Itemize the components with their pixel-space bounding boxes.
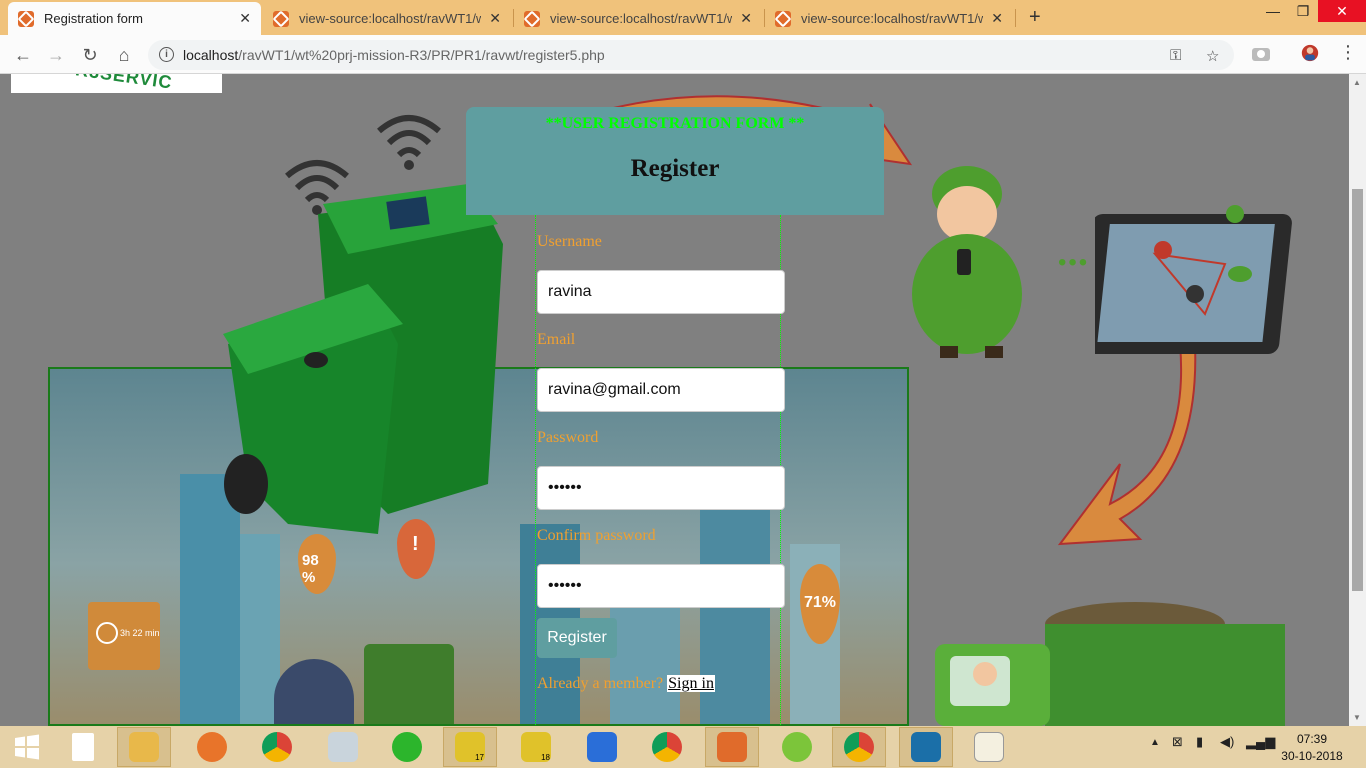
browser-title-bar: Registration form ✕ view-source:localhos… <box>0 0 1366 35</box>
signal-icon[interactable]: ▂▄▆ <box>1246 734 1275 750</box>
tab-registration-form[interactable]: Registration form ✕ <box>8 2 261 35</box>
time-badge: 3h 22 min <box>88 602 160 670</box>
xampp-favicon-icon <box>524 10 540 27</box>
tab-view-source-3[interactable]: view-source:localhost/ravWT1/wt ✕ <box>765 2 1013 35</box>
email-label: Email <box>537 331 576 348</box>
register-button[interactable]: Register <box>537 618 617 658</box>
tab-view-source-1[interactable]: view-source:localhost/ravWT1/wt ✕ <box>263 2 511 35</box>
labview-17-icon[interactable]: 17 <box>443 727 497 767</box>
labview-18-icon[interactable]: 18 <box>509 727 563 767</box>
tab-label: view-source:localhost/ravWT1/wt <box>550 11 733 26</box>
extension-icon[interactable] <box>1250 45 1272 63</box>
volume-icon[interactable]: ◀) <box>1220 734 1234 750</box>
sync-app-icon[interactable] <box>380 727 434 767</box>
email-input[interactable] <box>537 368 785 412</box>
close-window-icon[interactable]: ✕ <box>1318 0 1366 22</box>
form-subtitle: **USER REGISTRATION FORM ** <box>545 115 805 132</box>
tab-label: Registration form <box>44 11 143 26</box>
already-member-text: Already a member? <box>537 675 664 692</box>
network-error-icon[interactable]: ⊠ <box>1172 734 1183 750</box>
smart-bin-illustration <box>223 184 503 534</box>
tablet-map-illustration <box>1095 205 1292 354</box>
chrome-icon[interactable] <box>250 727 304 767</box>
taskbar-clock[interactable]: 07:39 30-10-2018 <box>1277 731 1347 765</box>
xampp-favicon-icon <box>18 10 34 27</box>
page-scrollbar[interactable]: ▲ ▼ <box>1349 74 1366 726</box>
curved-arrow-down-icon <box>1057 344 1197 546</box>
uc-browser-icon[interactable] <box>185 727 239 767</box>
password-label: Password <box>537 429 599 446</box>
file-icon[interactable] <box>56 727 110 767</box>
tray-chevron-icon[interactable]: ▲ <box>1150 737 1160 748</box>
username-input[interactable] <box>537 270 785 314</box>
start-windows-icon[interactable] <box>0 727 54 767</box>
clock-date: 30-10-2018 <box>1281 749 1343 763</box>
chrome-icon[interactable] <box>832 727 886 767</box>
garbage-truck-illustration <box>935 602 1285 726</box>
tab-view-source-2[interactable]: view-source:localhost/ravWT1/wt ✕ <box>514 2 762 35</box>
trash-bag-shape <box>274 659 354 724</box>
monitor-app-icon[interactable] <box>316 727 370 767</box>
back-arrow-icon[interactable]: ← <box>11 43 35 67</box>
xampp-favicon-icon <box>775 10 791 27</box>
password-input[interactable] <box>537 466 785 510</box>
url-text[interactable]: localhost/ravWT1/wt%20prj-mission-R3/PR/… <box>183 47 605 63</box>
worker-character <box>912 166 1022 358</box>
close-tab-icon[interactable]: ✕ <box>239 10 251 27</box>
site-logo: R3SERVIC <box>11 74 222 93</box>
username-label: Username <box>537 233 602 250</box>
chrome-icon[interactable] <box>640 727 694 767</box>
xampp-x-icon[interactable] <box>575 727 629 767</box>
scroll-up-icon[interactable]: ▲ <box>1353 78 1361 87</box>
wifi-icon <box>377 115 441 170</box>
menu-kebab-icon[interactable]: ⋮ <box>1339 43 1357 61</box>
close-tab-icon[interactable]: ✕ <box>991 10 1003 27</box>
battery-icon[interactable]: ▮ <box>1196 734 1203 750</box>
small-bin-shape <box>364 644 454 724</box>
xampp-icon[interactable] <box>705 727 759 767</box>
forward-arrow-icon[interactable]: → <box>44 43 68 67</box>
windows-taskbar: 17 18 <box>0 726 1366 768</box>
xampp-favicon-icon <box>273 10 289 27</box>
photos-icon[interactable] <box>899 727 953 767</box>
clock-time: 07:39 <box>1296 732 1328 746</box>
address-bar[interactable]: i localhost/ravWT1/wt%20prj-mission-R3/P… <box>148 40 1234 70</box>
drive-app-icon[interactable] <box>770 727 824 767</box>
close-tab-icon[interactable]: ✕ <box>489 10 501 27</box>
already-member-line: Already a member? Sign in <box>537 675 715 693</box>
reload-icon[interactable]: ↻ <box>78 43 102 67</box>
home-icon[interactable]: ⌂ <box>112 43 136 67</box>
info-icon[interactable]: i <box>159 47 174 62</box>
profile-avatar-icon[interactable] <box>1299 44 1321 62</box>
form-header: **USER REGISTRATION FORM ** Register <box>466 107 884 215</box>
tab-label: view-source:localhost/ravWT1/wt <box>801 11 984 26</box>
browser-toolbar: ← → ↻ ⌂ i localhost/ravWT1/wt%20prj-miss… <box>0 35 1366 74</box>
paint-icon[interactable] <box>962 727 1016 767</box>
tab-label: view-source:localhost/ravWT1/wt <box>299 11 482 26</box>
sign-in-link[interactable]: Sign in <box>667 675 715 692</box>
key-icon[interactable]: ⚿ <box>1170 47 1181 64</box>
scroll-down-icon[interactable]: ▼ <box>1353 713 1361 722</box>
close-tab-icon[interactable]: ✕ <box>740 10 752 27</box>
page-viewport: R3SERVIC 3h 22 min 98 % ! 71% ••• **USER… <box>0 74 1349 726</box>
ellipsis-dots: ••• <box>1058 249 1090 276</box>
file-explorer-icon[interactable] <box>117 727 171 767</box>
scrollbar-thumb[interactable] <box>1352 189 1363 591</box>
confirm-password-label: Confirm password <box>537 527 656 544</box>
page-title: Register <box>630 155 720 182</box>
bookmark-star-icon[interactable]: ☆ <box>1206 47 1219 65</box>
confirm-password-input[interactable] <box>537 564 785 608</box>
new-tab-button[interactable]: + <box>1029 6 1041 29</box>
